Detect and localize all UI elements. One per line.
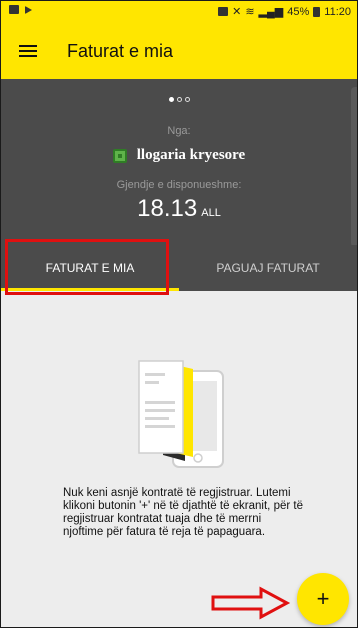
battery-icon <box>313 6 321 17</box>
app-screen: ✕ ≋ ▂▄▆ 45% 11:20 Faturat e mia Nga: llo… <box>0 0 358 628</box>
empty-state-message: Nuk keni asnjë kontratë të regjistruar. … <box>63 487 303 538</box>
alarm-icon <box>218 7 229 16</box>
app-bar: Faturat e mia <box>1 23 357 79</box>
balance-currency: ALL <box>201 207 221 219</box>
available-balance-label: Gjendje e disponueshme: <box>116 179 242 191</box>
account-card[interactable]: Nga: llogaria kryesore Gjendje e disponu… <box>1 79 357 245</box>
account-name: llogaria kryesore <box>136 147 246 163</box>
status-right-icons: ✕ ≋ ▂▄▆ 45% 11:20 <box>218 5 351 18</box>
tab-pay-bills[interactable]: PAGUAJ FATURAT <box>179 245 357 291</box>
tab-my-bills[interactable]: FATURAT E MIA <box>1 245 179 291</box>
pager-dot[interactable] <box>184 97 190 102</box>
balance: 18.13 ALL <box>1 195 357 223</box>
battery-percent: 45% <box>287 5 310 18</box>
tab-bar: FATURAT E MIA PAGUAJ FATURAT <box>1 245 357 291</box>
account-row: llogaria kryesore <box>1 147 357 164</box>
pager-dot[interactable] <box>168 97 174 102</box>
signal-icon: ▂▄▆ <box>258 6 284 18</box>
pager-dot[interactable] <box>176 97 182 102</box>
hamburger-menu-icon[interactable] <box>17 40 45 62</box>
add-contract-button[interactable]: + <box>297 573 349 625</box>
balance-amount: 18.13 <box>137 195 198 222</box>
from-label: Nga: <box>167 125 191 137</box>
play-notification-icon <box>25 5 32 14</box>
annotation-arrow-icon <box>211 586 291 620</box>
status-left-icons <box>9 5 32 14</box>
clock: 11:20 <box>324 5 351 18</box>
pager-dots[interactable] <box>1 97 357 102</box>
status-bar: ✕ ≋ ▂▄▆ 45% 11:20 <box>1 1 357 23</box>
empty-contracts-illustration-icon <box>138 360 224 468</box>
next-card-peek[interactable] <box>351 87 357 247</box>
gallery-notification-icon <box>9 5 19 14</box>
mute-icon: ✕ <box>232 6 242 18</box>
account-icon <box>112 148 127 163</box>
wifi-icon: ≋ <box>245 6 255 18</box>
page-title: Faturat e mia <box>67 40 174 61</box>
